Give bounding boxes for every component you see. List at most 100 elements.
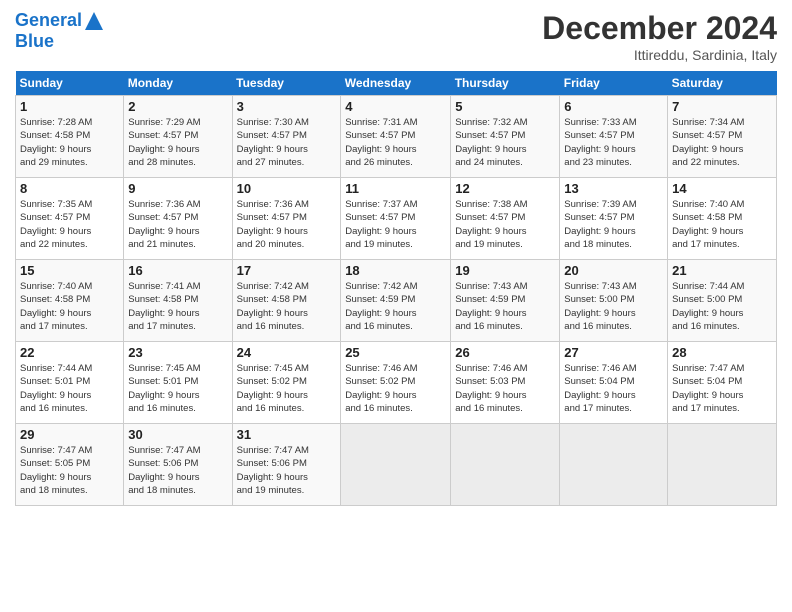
- calendar-week-row: 8Sunrise: 7:35 AM Sunset: 4:57 PM Daylig…: [16, 178, 777, 260]
- logo-blue: Blue: [15, 32, 106, 52]
- day-detail: Sunrise: 7:32 AM Sunset: 4:57 PM Dayligh…: [455, 116, 555, 169]
- calendar-day-cell: 4 Sunrise: 7:31 AM Sunset: 4:57 PM Daylig…: [341, 96, 451, 178]
- day-detail: Sunrise: 7:42 AM Sunset: 4:58 PM Dayligh…: [237, 280, 337, 333]
- header: General Blue December 2024 Ittireddu, Sa…: [15, 10, 777, 63]
- calendar-day-cell: 1 Sunrise: 7:28 AM Sunset: 4:58 PM Daylig…: [16, 96, 124, 178]
- day-number: 7: [672, 99, 772, 114]
- calendar-week-row: 22 Sunrise: 7:44 AM Sunset: 5:01 PM Dayli…: [16, 342, 777, 424]
- day-detail: Sunrise: 7:38 AM Sunset: 4:57 PM Dayligh…: [455, 198, 555, 251]
- day-number: 28: [672, 345, 772, 360]
- day-detail: Sunrise: 7:45 AM Sunset: 5:02 PM Dayligh…: [237, 362, 337, 415]
- calendar-day-cell: 18Sunrise: 7:42 AM Sunset: 4:59 PM Dayli…: [341, 260, 451, 342]
- day-detail: Sunrise: 7:47 AM Sunset: 5:06 PM Dayligh…: [237, 444, 337, 497]
- day-detail: Sunrise: 7:40 AM Sunset: 4:58 PM Dayligh…: [672, 198, 772, 251]
- weekday-header-cell: Friday: [560, 71, 668, 96]
- day-detail: Sunrise: 7:43 AM Sunset: 4:59 PM Dayligh…: [455, 280, 555, 333]
- day-detail: Sunrise: 7:46 AM Sunset: 5:04 PM Dayligh…: [564, 362, 663, 415]
- calendar-week-row: 15 Sunrise: 7:40 AM Sunset: 4:58 PM Dayli…: [16, 260, 777, 342]
- calendar-day-cell: [560, 424, 668, 506]
- day-detail: Sunrise: 7:47 AM Sunset: 5:06 PM Dayligh…: [128, 444, 227, 497]
- day-detail: Sunrise: 7:36 AM Sunset: 4:57 PM Dayligh…: [128, 198, 227, 251]
- day-detail: Sunrise: 7:41 AM Sunset: 4:58 PM Dayligh…: [128, 280, 227, 333]
- calendar-day-cell: 29 Sunrise: 7:47 AM Sunset: 5:05 PM Dayli…: [16, 424, 124, 506]
- day-detail: Sunrise: 7:30 AM Sunset: 4:57 PM Dayligh…: [237, 116, 337, 169]
- calendar-day-cell: [341, 424, 451, 506]
- calendar-day-cell: 17 Sunrise: 7:42 AM Sunset: 4:58 PM Dayli…: [232, 260, 341, 342]
- calendar-day-cell: 11 Sunrise: 7:37 AM Sunset: 4:57 PM Dayli…: [341, 178, 451, 260]
- day-detail: Sunrise: 7:44 AM Sunset: 5:01 PM Dayligh…: [20, 362, 119, 415]
- day-number: 5: [455, 99, 555, 114]
- calendar-day-cell: 6Sunrise: 7:33 AM Sunset: 4:57 PM Daylig…: [560, 96, 668, 178]
- calendar-day-cell: 22 Sunrise: 7:44 AM Sunset: 5:01 PM Dayli…: [16, 342, 124, 424]
- month-title: December 2024: [542, 10, 777, 47]
- calendar-table: SundayMondayTuesdayWednesdayThursdayFrid…: [15, 71, 777, 506]
- logo-icon: [83, 10, 105, 32]
- calendar-day-cell: 3 Sunrise: 7:30 AM Sunset: 4:57 PM Daylig…: [232, 96, 341, 178]
- title-area: December 2024 Ittireddu, Sardinia, Italy: [542, 10, 777, 63]
- day-number: 29: [20, 427, 119, 442]
- weekday-header-cell: Thursday: [451, 71, 560, 96]
- calendar-day-cell: 8Sunrise: 7:35 AM Sunset: 4:57 PM Daylig…: [16, 178, 124, 260]
- day-number: 15: [20, 263, 119, 278]
- day-number: 1: [20, 99, 119, 114]
- weekday-header-cell: Tuesday: [232, 71, 341, 96]
- day-detail: Sunrise: 7:44 AM Sunset: 5:00 PM Dayligh…: [672, 280, 772, 333]
- day-detail: Sunrise: 7:31 AM Sunset: 4:57 PM Dayligh…: [345, 116, 446, 169]
- calendar-day-cell: 9 Sunrise: 7:36 AM Sunset: 4:57 PM Daylig…: [124, 178, 232, 260]
- day-number: 24: [237, 345, 337, 360]
- day-number: 11: [345, 181, 446, 196]
- day-detail: Sunrise: 7:39 AM Sunset: 4:57 PM Dayligh…: [564, 198, 663, 251]
- day-detail: Sunrise: 7:42 AM Sunset: 4:59 PM Dayligh…: [345, 280, 446, 333]
- calendar-day-cell: 2 Sunrise: 7:29 AM Sunset: 4:57 PM Daylig…: [124, 96, 232, 178]
- calendar-day-cell: 21 Sunrise: 7:44 AM Sunset: 5:00 PM Dayli…: [668, 260, 777, 342]
- calendar-day-cell: 25 Sunrise: 7:46 AM Sunset: 5:02 PM Dayli…: [341, 342, 451, 424]
- day-number: 21: [672, 263, 772, 278]
- day-number: 19: [455, 263, 555, 278]
- calendar-day-cell: 30Sunrise: 7:47 AM Sunset: 5:06 PM Dayli…: [124, 424, 232, 506]
- day-detail: Sunrise: 7:36 AM Sunset: 4:57 PM Dayligh…: [237, 198, 337, 251]
- day-number: 9: [128, 181, 227, 196]
- calendar-week-row: 29 Sunrise: 7:47 AM Sunset: 5:05 PM Dayli…: [16, 424, 777, 506]
- calendar-day-cell: 19 Sunrise: 7:43 AM Sunset: 4:59 PM Dayli…: [451, 260, 560, 342]
- day-detail: Sunrise: 7:46 AM Sunset: 5:03 PM Dayligh…: [455, 362, 555, 415]
- weekday-header-row: SundayMondayTuesdayWednesdayThursdayFrid…: [16, 71, 777, 96]
- calendar-day-cell: 5 Sunrise: 7:32 AM Sunset: 4:57 PM Daylig…: [451, 96, 560, 178]
- calendar-day-cell: 13Sunrise: 7:39 AM Sunset: 4:57 PM Dayli…: [560, 178, 668, 260]
- day-number: 25: [345, 345, 446, 360]
- day-number: 20: [564, 263, 663, 278]
- logo-general: General: [15, 10, 82, 30]
- day-number: 6: [564, 99, 663, 114]
- day-detail: Sunrise: 7:28 AM Sunset: 4:58 PM Dayligh…: [20, 116, 119, 169]
- day-detail: Sunrise: 7:40 AM Sunset: 4:58 PM Dayligh…: [20, 280, 119, 333]
- day-number: 4: [345, 99, 446, 114]
- day-number: 2: [128, 99, 227, 114]
- weekday-header-cell: Wednesday: [341, 71, 451, 96]
- main-container: General Blue December 2024 Ittireddu, Sa…: [0, 0, 792, 516]
- day-number: 16: [128, 263, 227, 278]
- day-detail: Sunrise: 7:47 AM Sunset: 5:05 PM Dayligh…: [20, 444, 119, 497]
- calendar-body: 1 Sunrise: 7:28 AM Sunset: 4:58 PM Daylig…: [16, 96, 777, 506]
- calendar-day-cell: 24 Sunrise: 7:45 AM Sunset: 5:02 PM Dayli…: [232, 342, 341, 424]
- day-number: 22: [20, 345, 119, 360]
- weekday-header-cell: Sunday: [16, 71, 124, 96]
- calendar-day-cell: [668, 424, 777, 506]
- day-number: 26: [455, 345, 555, 360]
- day-number: 8: [20, 181, 119, 196]
- calendar-day-cell: 14Sunrise: 7:40 AM Sunset: 4:58 PM Dayli…: [668, 178, 777, 260]
- day-detail: Sunrise: 7:29 AM Sunset: 4:57 PM Dayligh…: [128, 116, 227, 169]
- day-detail: Sunrise: 7:45 AM Sunset: 5:01 PM Dayligh…: [128, 362, 227, 415]
- day-number: 31: [237, 427, 337, 442]
- calendar-day-cell: 28Sunrise: 7:47 AM Sunset: 5:04 PM Dayli…: [668, 342, 777, 424]
- calendar-day-cell: 7 Sunrise: 7:34 AM Sunset: 4:57 PM Daylig…: [668, 96, 777, 178]
- day-detail: Sunrise: 7:37 AM Sunset: 4:57 PM Dayligh…: [345, 198, 446, 251]
- logo: General Blue: [15, 10, 106, 52]
- day-detail: Sunrise: 7:34 AM Sunset: 4:57 PM Dayligh…: [672, 116, 772, 169]
- day-number: 12: [455, 181, 555, 196]
- day-number: 10: [237, 181, 337, 196]
- calendar-day-cell: 26 Sunrise: 7:46 AM Sunset: 5:03 PM Dayli…: [451, 342, 560, 424]
- calendar-day-cell: 16 Sunrise: 7:41 AM Sunset: 4:58 PM Dayli…: [124, 260, 232, 342]
- day-number: 17: [237, 263, 337, 278]
- day-number: 23: [128, 345, 227, 360]
- day-detail: Sunrise: 7:46 AM Sunset: 5:02 PM Dayligh…: [345, 362, 446, 415]
- day-number: 3: [237, 99, 337, 114]
